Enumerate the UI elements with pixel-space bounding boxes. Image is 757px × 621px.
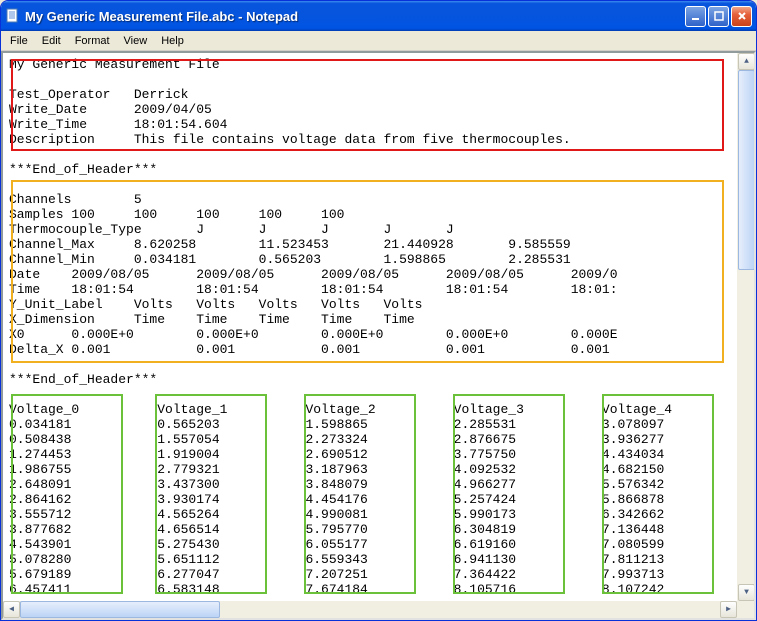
hscroll-thumb[interactable] bbox=[20, 601, 220, 618]
menu-view[interactable]: View bbox=[117, 33, 155, 49]
notepad-icon bbox=[5, 8, 21, 24]
titlebar[interactable]: My Generic Measurement File.abc - Notepa… bbox=[1, 1, 756, 31]
text-area[interactable]: My Generic Measurement File Test_Operato… bbox=[3, 53, 754, 618]
scroll-down-button[interactable]: ▼ bbox=[738, 584, 754, 601]
scroll-corner bbox=[737, 601, 754, 618]
window-title: My Generic Measurement File.abc - Notepa… bbox=[25, 9, 685, 24]
window-controls bbox=[685, 6, 752, 27]
notepad-window: My Generic Measurement File.abc - Notepa… bbox=[0, 0, 757, 621]
vscroll-track[interactable] bbox=[738, 70, 754, 584]
close-button[interactable] bbox=[731, 6, 752, 27]
minimize-button[interactable] bbox=[685, 6, 706, 27]
menu-help[interactable]: Help bbox=[154, 33, 191, 49]
scroll-up-button[interactable]: ▲ bbox=[738, 53, 754, 70]
menu-format[interactable]: Format bbox=[68, 33, 117, 49]
vertical-scrollbar[interactable]: ▲ ▼ bbox=[737, 53, 754, 601]
editor-frame: My Generic Measurement File Test_Operato… bbox=[1, 51, 756, 620]
hscroll-track[interactable] bbox=[20, 601, 720, 618]
menu-file[interactable]: File bbox=[3, 33, 35, 49]
scroll-left-button[interactable]: ◀ bbox=[3, 601, 20, 618]
scroll-right-button[interactable]: ▶ bbox=[720, 601, 737, 618]
menu-edit[interactable]: Edit bbox=[35, 33, 68, 49]
vscroll-thumb[interactable] bbox=[738, 70, 754, 270]
maximize-button[interactable] bbox=[708, 6, 729, 27]
menubar: File Edit Format View Help bbox=[1, 31, 756, 51]
horizontal-scrollbar[interactable]: ◀ ▶ bbox=[3, 601, 737, 618]
